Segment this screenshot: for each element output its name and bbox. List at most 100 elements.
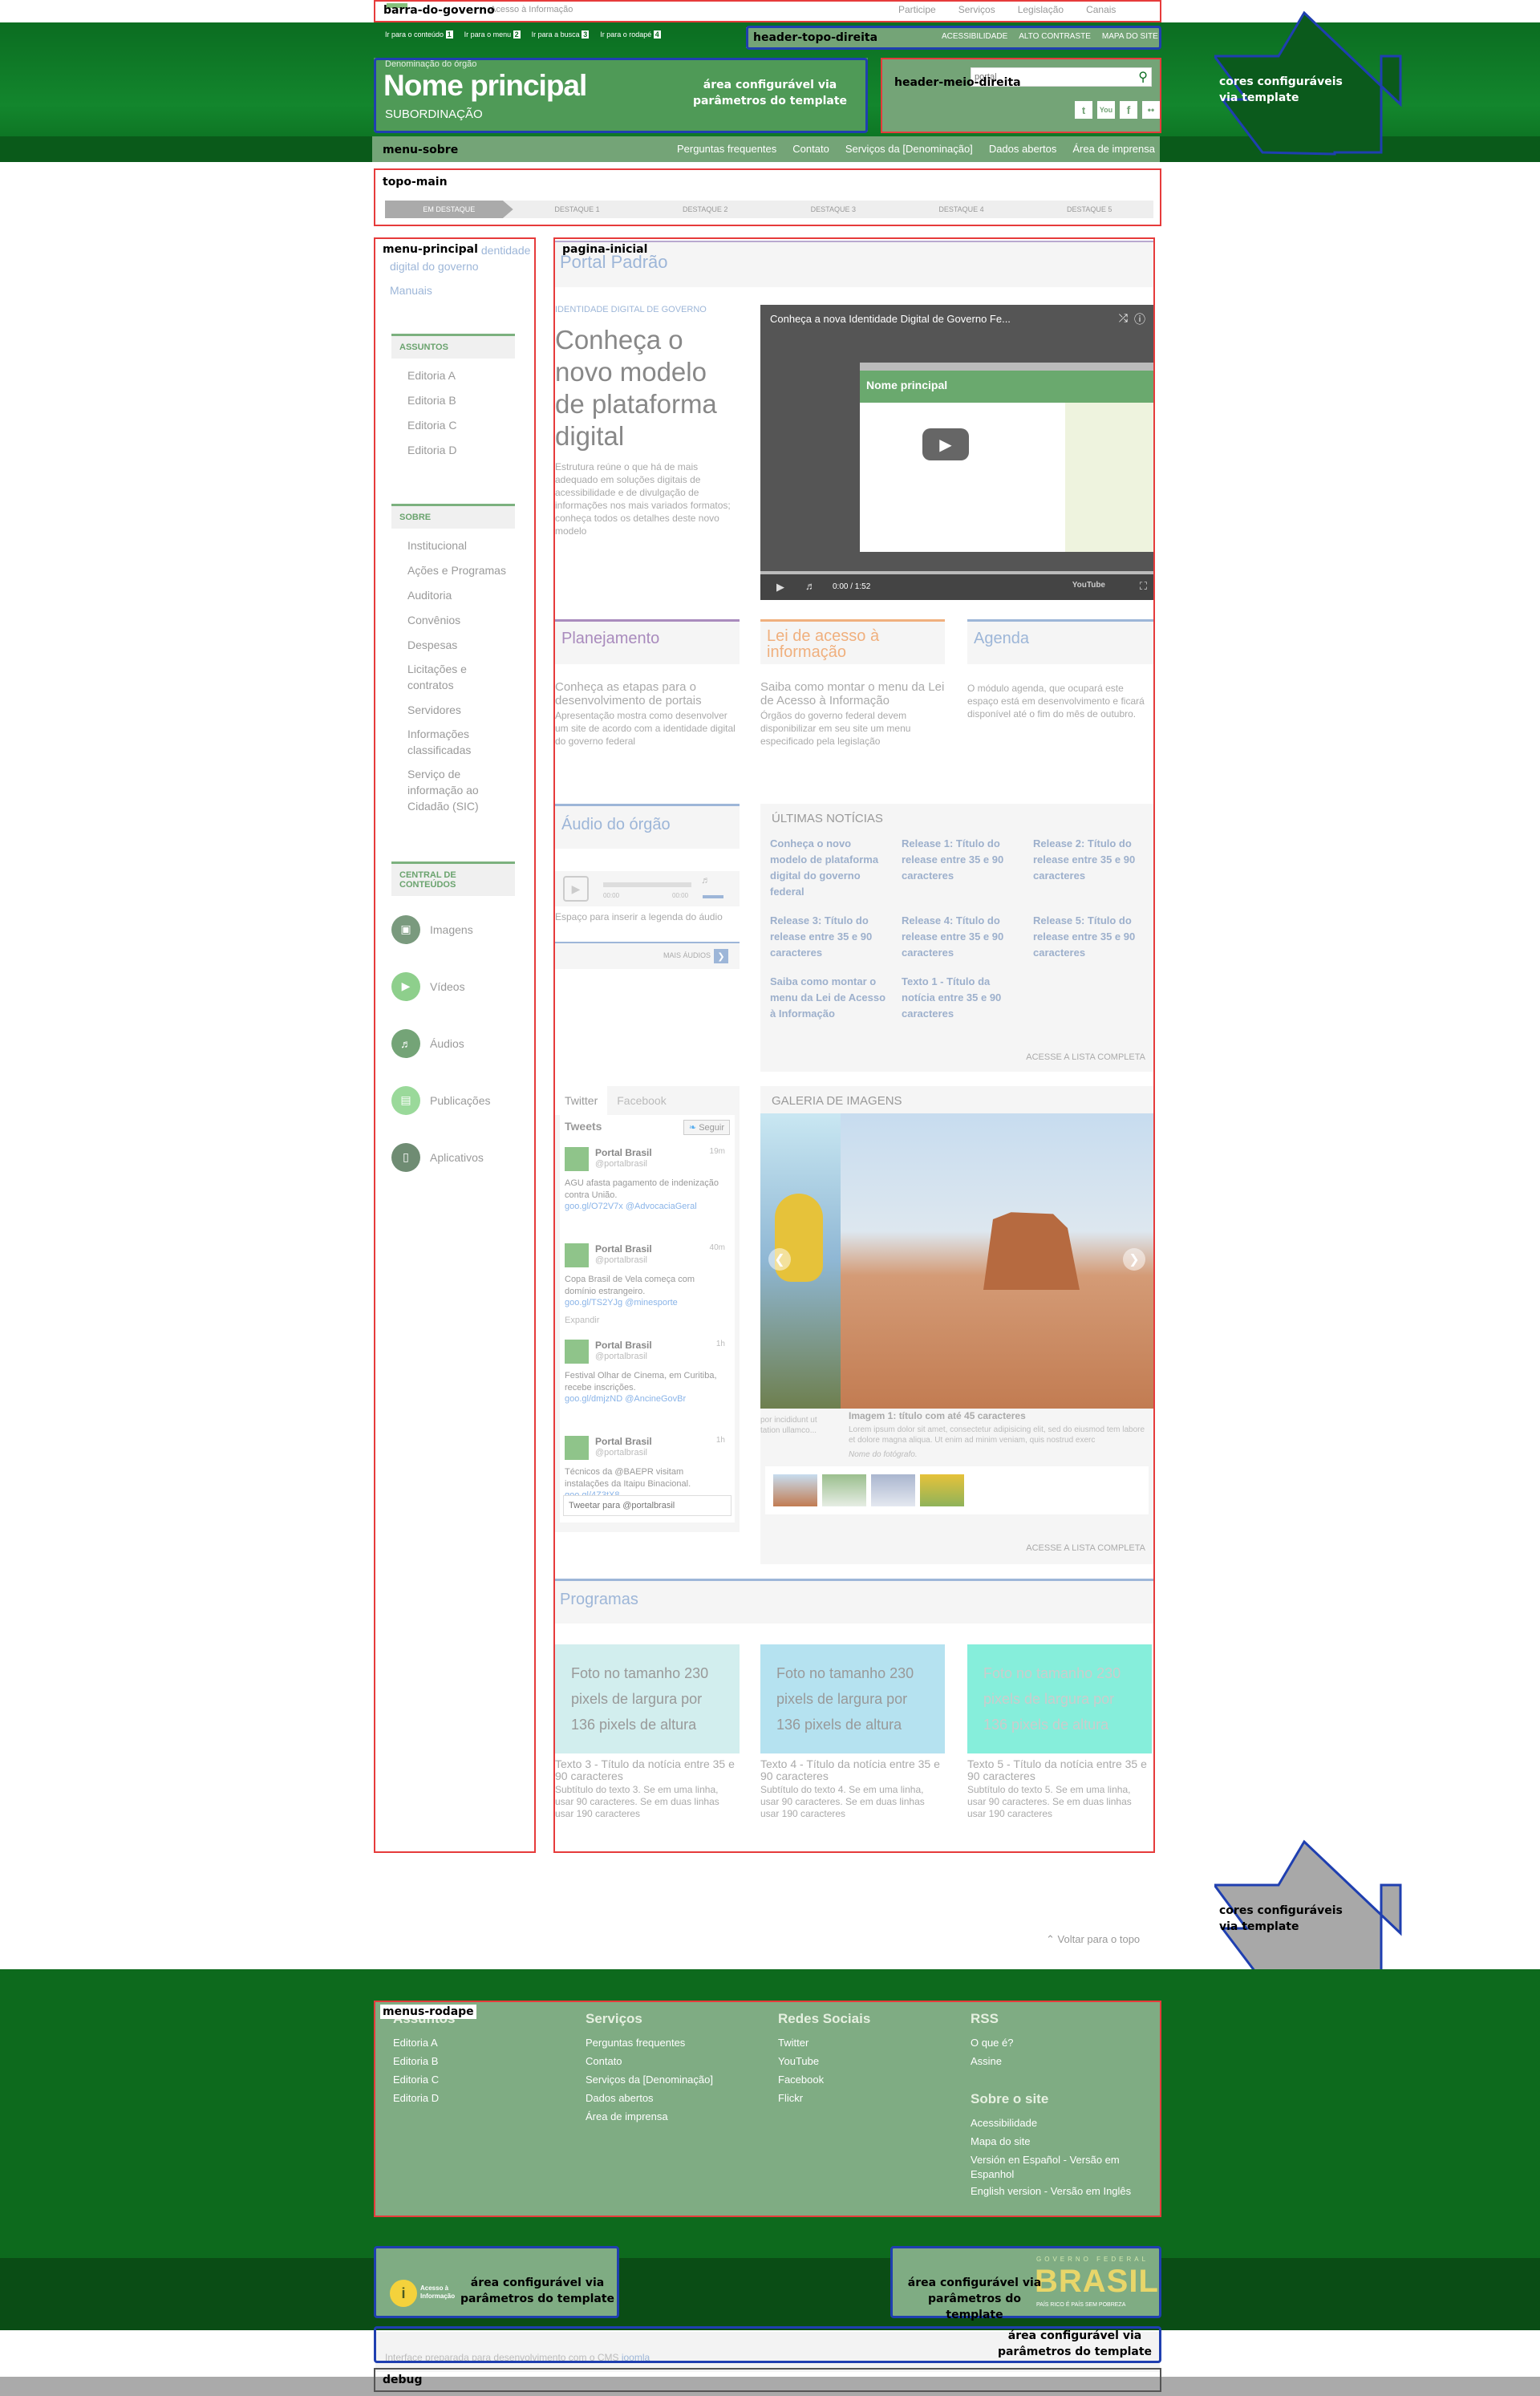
youtube-logo-icon[interactable]: YouTube xyxy=(1072,581,1105,590)
programa-photo[interactable]: Foto no tamanho 230 pixels de largura po… xyxy=(555,1644,740,1753)
sidebar-item-convenios[interactable]: Convênios xyxy=(391,608,515,633)
sidebar-item-editoria-d[interactable]: Editoria D xyxy=(391,438,515,463)
follow-button[interactable]: ❧ Seguir xyxy=(683,1120,730,1135)
play-icon[interactable]: ▶ xyxy=(922,428,969,460)
destaque-tab-4[interactable]: DESTAQUE 4 xyxy=(898,201,1026,218)
tab-twitter[interactable]: Twitter xyxy=(555,1086,608,1115)
footer-link[interactable]: O que é? xyxy=(971,2033,1147,2052)
tab-facebook[interactable]: Facebook xyxy=(607,1086,675,1115)
audio-play-icon[interactable]: ▶ xyxy=(563,876,589,902)
footer-link[interactable]: Mapa do site xyxy=(971,2132,1147,2151)
fullscreen-icon[interactable]: ⛶ xyxy=(1140,580,1147,593)
brasil-logo[interactable]: BRASIL xyxy=(1035,2264,1159,2299)
sidebar-item-publicacoes[interactable]: ▤ Publicações xyxy=(391,1072,515,1129)
youtube-icon[interactable]: You xyxy=(1097,101,1115,119)
skip-to-footer-link[interactable]: Ir para o rodapé 4 xyxy=(600,30,661,39)
footer-link[interactable]: Acessibilidade xyxy=(971,2114,1147,2132)
news-item[interactable]: Release 4: Título do release entre 35 e … xyxy=(902,913,1017,961)
audio-progress[interactable] xyxy=(603,882,691,887)
mapa-do-site-link[interactable]: MAPA DO SITE xyxy=(1102,32,1158,41)
video-play-icon[interactable]: ▶ xyxy=(776,581,784,594)
footer-link[interactable]: YouTube xyxy=(778,2052,954,2070)
sidebar-item-auditoria[interactable]: Auditoria xyxy=(391,583,515,608)
sidebar-manuals-link[interactable]: Manuais xyxy=(390,284,432,297)
participe-link[interactable]: Participe xyxy=(898,4,936,15)
planejamento-title[interactable]: Planejamento xyxy=(561,630,659,647)
servicos-link[interactable]: Serviços xyxy=(958,4,995,15)
menu-sobre-faq[interactable]: Perguntas frequentes xyxy=(677,143,776,155)
footer-link[interactable]: Dados abertos xyxy=(586,2089,762,2107)
feature-title[interactable]: Conheça o novo modelo de plataforma digi… xyxy=(555,324,740,452)
sidebar-item-servidores[interactable]: Servidores xyxy=(391,698,515,723)
chevron-right-icon[interactable]: ❯ xyxy=(1123,1248,1145,1271)
thumbnail[interactable] xyxy=(773,1474,817,1506)
footer-link[interactable]: Contato xyxy=(586,2052,762,2070)
joomla-link[interactable]: joomla xyxy=(622,2352,650,2363)
skip-to-content-link[interactable]: Ir para o conteúdo 1 xyxy=(385,30,453,39)
thumbnail[interactable] xyxy=(822,1474,866,1506)
footer-link[interactable]: Editoria D xyxy=(393,2089,569,2107)
agenda-title[interactable]: Agenda xyxy=(974,630,1029,647)
sidebar-item-licitacoes[interactable]: Licitações e contratos xyxy=(391,658,515,698)
flickr-icon[interactable]: •• xyxy=(1142,101,1160,119)
programa-photo[interactable]: Foto no tamanho 230 pixels de largura po… xyxy=(760,1644,945,1753)
footer-link[interactable]: Assine xyxy=(971,2052,1147,2070)
news-item[interactable]: Saiba como montar o menu da Lei de Acess… xyxy=(770,974,886,1022)
menu-sobre-servicos[interactable]: Serviços da [Denominação] xyxy=(845,143,973,155)
thumbnail[interactable] xyxy=(920,1474,964,1506)
info-icon[interactable]: ⓘ xyxy=(1134,311,1145,327)
gallery-full-list-link[interactable]: ACESSE A LISTA COMPLETA xyxy=(1026,1543,1145,1553)
acessibilidade-link[interactable]: ACESSIBILIDADE xyxy=(942,32,1007,41)
destaque-tab-3[interactable]: DESTAQUE 3 xyxy=(769,201,898,218)
sidebar-item-audios[interactable]: ♬ Áudios xyxy=(391,1015,515,1072)
video-player[interactable]: Conheça a nova Identidade Digital de Gov… xyxy=(760,305,1153,600)
destaque-tab-2[interactable]: DESTAQUE 2 xyxy=(641,201,769,218)
more-audios-link[interactable]: MAIS ÁUDIOS xyxy=(663,951,711,959)
sidebar-item-aplicativos[interactable]: ▯ Aplicativos xyxy=(391,1129,515,1186)
volume-icon[interactable]: ♬ xyxy=(805,580,816,592)
sidebar-item-editoria-c[interactable]: Editoria C xyxy=(391,413,515,438)
news-item[interactable]: Release 2: Título do release entre 35 e … xyxy=(1033,836,1149,900)
chevron-left-icon[interactable]: ❮ xyxy=(768,1248,791,1271)
search-icon[interactable]: ⚲ xyxy=(1138,69,1148,85)
footer-link[interactable]: Facebook xyxy=(778,2070,954,2089)
menu-sobre-imprensa[interactable]: Área de imprensa xyxy=(1072,143,1155,155)
lai-title[interactable]: Lei de acesso à informação xyxy=(767,628,938,660)
destaque-tab-5[interactable]: DESTAQUE 5 xyxy=(1025,201,1153,218)
sidebar-item-imagens[interactable]: ▣ Imagens xyxy=(391,901,515,958)
footer-link[interactable]: Editoria A xyxy=(393,2033,569,2052)
twitter-icon[interactable]: t xyxy=(1075,101,1092,119)
footer-link[interactable]: Editoria B xyxy=(393,2052,569,2070)
skip-to-menu-link[interactable]: Ir para o menu 2 xyxy=(464,30,521,39)
footer-link[interactable]: Flickr xyxy=(778,2089,954,2107)
footer-link[interactable]: Versión en Español - Versão em Espanhol xyxy=(971,2153,1147,2182)
menu-sobre-dados-abertos[interactable]: Dados abertos xyxy=(989,143,1057,155)
footer-link[interactable]: Área de imprensa xyxy=(586,2107,762,2126)
tweet-input[interactable] xyxy=(563,1495,732,1516)
skip-to-search-link[interactable]: Ir para a busca 3 xyxy=(532,30,590,39)
back-to-top-link[interactable]: ⌃ Voltar para o topo xyxy=(1046,1933,1140,1946)
canais-link[interactable]: Canais xyxy=(1086,4,1116,15)
sidebar-item-editoria-a[interactable]: Editoria A xyxy=(391,363,515,388)
sidebar-item-acoes[interactable]: Ações e Programas xyxy=(391,558,515,583)
audio-volume-icon[interactable]: ♬ xyxy=(701,874,711,886)
thumbnail[interactable] xyxy=(871,1474,915,1506)
news-item[interactable]: Release 5: Título do release entre 35 e … xyxy=(1033,913,1149,961)
sidebar-item-editoria-b[interactable]: Editoria B xyxy=(391,388,515,413)
programa-title[interactable]: Texto 5 - Título da notícia entre 35 e 9… xyxy=(967,1758,1152,1782)
news-item[interactable]: Conheça o novo modelo de plataforma digi… xyxy=(770,836,886,900)
legislacao-link[interactable]: Legislação xyxy=(1018,4,1064,15)
sidebar-item-videos[interactable]: ▶ Vídeos xyxy=(391,958,515,1015)
facebook-icon[interactable]: f xyxy=(1120,101,1137,119)
share-icon[interactable]: ⤮ xyxy=(1119,311,1128,325)
acesso-informacao-link[interactable]: Acesso à Informação xyxy=(490,5,573,14)
site-name[interactable]: Nome principal xyxy=(383,69,587,103)
programa-title[interactable]: Texto 4 - Título da notícia entre 35 e 9… xyxy=(760,1758,945,1782)
footer-link[interactable]: Perguntas frequentes xyxy=(586,2033,762,2052)
news-item[interactable]: Release 1: Título do release entre 35 e … xyxy=(902,836,1017,900)
programa-photo[interactable]: Foto no tamanho 230 pixels de largura po… xyxy=(967,1644,1152,1753)
menu-sobre-contato[interactable]: Contato xyxy=(792,143,829,155)
alto-contraste-link[interactable]: ALTO CONTRASTE xyxy=(1019,32,1091,41)
footer-link[interactable]: Editoria C xyxy=(393,2070,569,2089)
destaque-tab-0[interactable]: EM DESTAQUE xyxy=(385,201,513,218)
